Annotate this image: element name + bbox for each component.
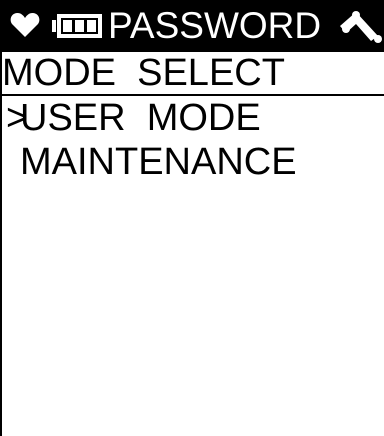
- device-screen: PASSWORD MODE SELECT > USER MODE MAINTEN…: [0, 0, 384, 436]
- screen-title: MODE SELECT: [2, 52, 285, 94]
- menu-item-maintenance[interactable]: MAINTENANCE: [0, 140, 384, 184]
- heart-icon: [10, 13, 40, 37]
- battery-icon: [52, 14, 102, 38]
- menu-item-label: MAINTENANCE: [20, 141, 297, 183]
- header-title: PASSWORD: [108, 5, 322, 46]
- signal-icon: [340, 11, 382, 43]
- mode-menu: > USER MODE MAINTENANCE: [0, 96, 384, 184]
- status-bar: PASSWORD: [0, 0, 384, 52]
- menu-item-label: USER MODE: [20, 97, 261, 139]
- menu-item-user-mode[interactable]: > USER MODE: [0, 96, 384, 140]
